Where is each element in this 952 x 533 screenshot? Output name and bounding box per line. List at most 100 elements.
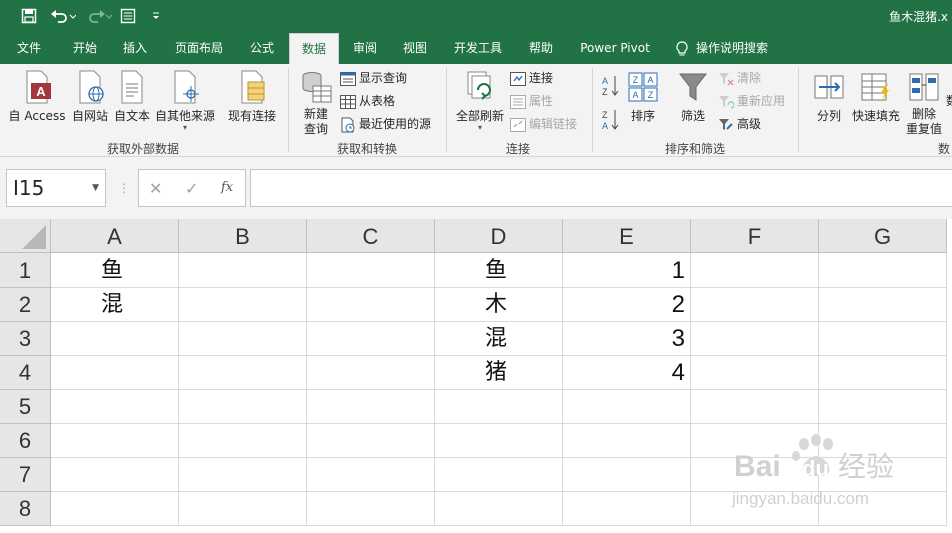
cell-f3[interactable] [691, 322, 819, 356]
cell-b6[interactable] [179, 424, 307, 458]
cell-f2[interactable] [691, 288, 819, 322]
formula-input[interactable] [250, 169, 952, 207]
cell-f6[interactable] [691, 424, 819, 458]
tab-file[interactable]: 文件 [4, 33, 54, 64]
formula-bar-grip-icon[interactable]: ⋮ [118, 181, 130, 195]
tab-developer[interactable]: 开发工具 [444, 33, 512, 64]
name-box[interactable]: I15 ▼ [6, 169, 106, 207]
sort-button[interactable]: ZAAZ 排序 [628, 70, 658, 124]
customize-qat-icon[interactable] [150, 6, 162, 26]
cell-b1[interactable] [179, 253, 307, 288]
cell-f5[interactable] [691, 390, 819, 424]
cell-b4[interactable] [179, 356, 307, 390]
column-header-e[interactable]: E [563, 219, 691, 253]
cell-a6[interactable] [51, 424, 179, 458]
cell-e5[interactable] [563, 390, 691, 424]
cell-a8[interactable] [51, 492, 179, 526]
row-header-4[interactable]: 4 [0, 356, 51, 390]
tab-power-pivot[interactable]: Power Pivot [572, 33, 658, 64]
from-web-button[interactable]: 自网站 [70, 70, 110, 124]
cancel-icon[interactable]: ✕ [149, 179, 162, 198]
cell-g3[interactable] [819, 322, 947, 356]
cell-c5[interactable] [307, 390, 435, 424]
properties-button[interactable]: 属性 [510, 91, 553, 111]
cell-g2[interactable] [819, 288, 947, 322]
cell-c8[interactable] [307, 492, 435, 526]
cell-d2[interactable]: 木 [435, 288, 563, 322]
new-query-button[interactable]: 新建 查询 [296, 70, 336, 137]
remove-duplicates-button[interactable]: 删除 重复值 [904, 70, 944, 137]
save-icon[interactable] [18, 6, 40, 26]
cell-d7[interactable] [435, 458, 563, 492]
redo-icon[interactable] [84, 6, 114, 26]
column-header-c[interactable]: C [307, 219, 435, 253]
chevron-down-icon[interactable]: ▼ [92, 170, 99, 206]
existing-connections-button[interactable]: 现有连接 [224, 70, 280, 124]
tab-view[interactable]: 视图 [392, 33, 438, 64]
insert-function-icon[interactable]: fx [221, 180, 233, 195]
tab-data[interactable]: 数据 [289, 33, 339, 65]
row-header-8[interactable]: 8 [0, 492, 51, 526]
cell-a5[interactable] [51, 390, 179, 424]
column-header-a[interactable]: A [51, 219, 179, 253]
row-header-7[interactable]: 7 [0, 458, 51, 492]
tab-insert[interactable]: 插入 [112, 33, 158, 64]
cell-c6[interactable] [307, 424, 435, 458]
cell-f7[interactable] [691, 458, 819, 492]
row-header-5[interactable]: 5 [0, 390, 51, 424]
cell-c4[interactable] [307, 356, 435, 390]
row-header-1[interactable]: 1 [0, 253, 51, 288]
cell-d3[interactable]: 混 [435, 322, 563, 356]
cell-e8[interactable] [563, 492, 691, 526]
cell-e1[interactable]: 1 [563, 253, 691, 288]
cell-a4[interactable] [51, 356, 179, 390]
tab-home[interactable]: 开始 [60, 33, 110, 64]
cell-d4[interactable]: 猪 [435, 356, 563, 390]
select-all-button[interactable] [0, 219, 51, 253]
flash-fill-button[interactable]: 快速填充 [850, 70, 902, 124]
tell-me-search[interactable]: 操作说明搜索 [676, 33, 768, 64]
refresh-all-button[interactable]: 全部刷新 ▾ [452, 70, 508, 132]
cell-a1[interactable]: 鱼 [51, 253, 179, 288]
data-validation-button[interactable]: 数 [946, 92, 952, 109]
cell-g6[interactable] [819, 424, 947, 458]
tab-review[interactable]: 审阅 [342, 33, 388, 64]
sort-ascending-button[interactable]: AZ [602, 74, 625, 102]
undo-icon[interactable] [48, 6, 78, 26]
cell-b3[interactable] [179, 322, 307, 356]
tab-help[interactable]: 帮助 [518, 33, 564, 64]
cell-b7[interactable] [179, 458, 307, 492]
cell-a3[interactable] [51, 322, 179, 356]
enter-icon[interactable]: ✓ [185, 179, 198, 198]
cell-b5[interactable] [179, 390, 307, 424]
text-to-columns-button[interactable]: 分列 [812, 70, 846, 124]
column-header-f[interactable]: F [691, 219, 819, 253]
advanced-filter-button[interactable]: 高级 [718, 114, 761, 134]
cell-e7[interactable] [563, 458, 691, 492]
cell-a2[interactable]: 混 [51, 288, 179, 322]
cell-f1[interactable] [691, 253, 819, 288]
cell-c7[interactable] [307, 458, 435, 492]
row-header-6[interactable]: 6 [0, 424, 51, 458]
reapply-button[interactable]: 重新应用 [718, 91, 785, 111]
cell-c3[interactable] [307, 322, 435, 356]
cell-b8[interactable] [179, 492, 307, 526]
cell-e4[interactable]: 4 [563, 356, 691, 390]
show-queries-button[interactable]: 显示查询 [340, 68, 407, 88]
from-text-button[interactable]: 自文本 [112, 70, 152, 124]
recent-sources-button[interactable]: 最近使用的源 [340, 114, 431, 134]
from-table-button[interactable]: 从表格 [340, 91, 395, 111]
cell-a7[interactable] [51, 458, 179, 492]
column-header-d[interactable]: D [435, 219, 563, 253]
cell-e6[interactable] [563, 424, 691, 458]
form-icon[interactable] [118, 6, 138, 26]
clear-filter-button[interactable]: 清除 [718, 68, 761, 88]
tab-page-layout[interactable]: 页面布局 [164, 33, 234, 64]
cell-d6[interactable] [435, 424, 563, 458]
cell-c2[interactable] [307, 288, 435, 322]
sort-descending-button[interactable]: ZA [602, 108, 625, 136]
cell-g7[interactable] [819, 458, 947, 492]
cell-f4[interactable] [691, 356, 819, 390]
cell-b2[interactable] [179, 288, 307, 322]
row-header-2[interactable]: 2 [0, 288, 51, 322]
